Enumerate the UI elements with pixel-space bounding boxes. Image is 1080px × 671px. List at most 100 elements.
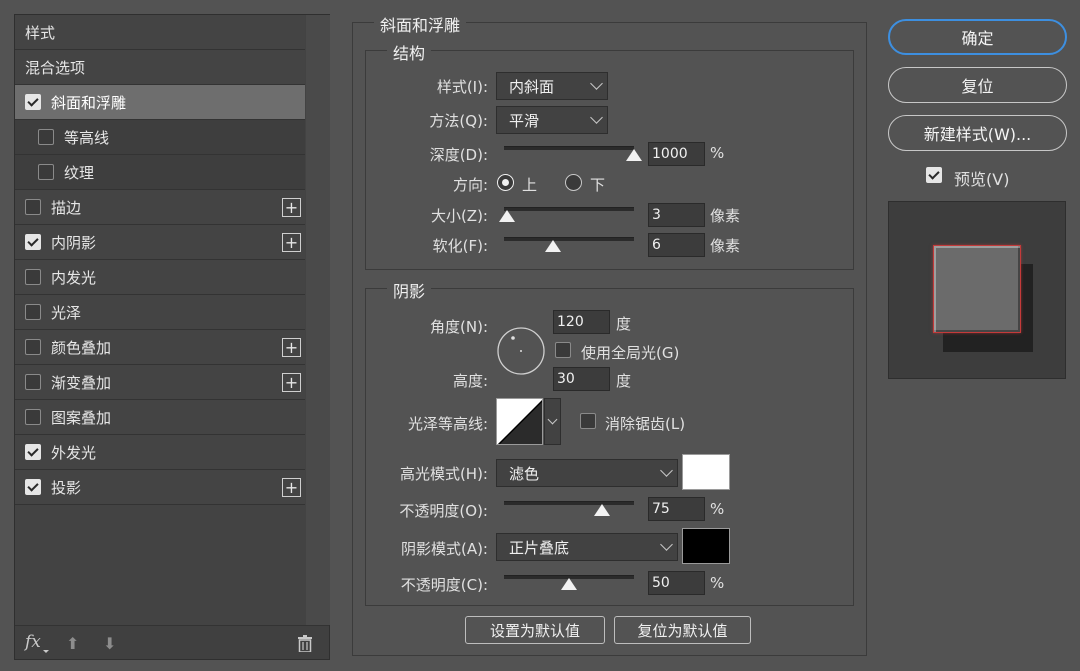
soften-label: 软化(F):: [432, 237, 488, 255]
soften-slider-track[interactable]: [504, 237, 634, 241]
fx-menu-icon[interactable]: fx: [25, 632, 41, 652]
reset-button[interactable]: 复位: [888, 67, 1067, 103]
styles-list-item-outer-glow[interactable]: 外发光: [15, 435, 305, 470]
angle-label: 角度(N):: [430, 318, 488, 336]
new-style-button[interactable]: 新建样式(W)...: [888, 115, 1067, 151]
styles-panel: 样式 混合选项 斜面和浮雕 等高线 纹理 描边 + 内阴影 + 内发光 光泽 颜…: [14, 14, 330, 660]
highlight-color-swatch[interactable]: [682, 454, 730, 490]
depth-slider-handle[interactable]: [626, 149, 642, 161]
soften-slider-handle[interactable]: [544, 240, 561, 252]
styles-list-item-inner-shadow[interactable]: 内阴影 +: [15, 225, 305, 260]
add-color-overlay-button[interactable]: +: [282, 338, 301, 357]
make-default-button[interactable]: 设置为默认值: [465, 616, 605, 644]
bevel-emboss-title: 斜面和浮雕: [374, 12, 467, 36]
move-up-icon[interactable]: ⬆: [66, 634, 79, 653]
shadow-mode-dropdown[interactable]: 正片叠底: [496, 533, 678, 561]
styles-list-item-texture[interactable]: 纹理: [15, 155, 305, 190]
shadow-color-swatch[interactable]: [682, 528, 730, 564]
satin-checkbox[interactable]: [25, 304, 41, 320]
bevel-emboss-checkbox[interactable]: [25, 94, 41, 110]
depth-label: 深度(D):: [429, 146, 488, 164]
shadow-opacity-slider-handle[interactable]: [561, 578, 577, 590]
styles-list-item-inner-glow[interactable]: 内发光: [15, 260, 305, 295]
style-dropdown[interactable]: 内斜面: [496, 72, 608, 100]
styles-list-item-label: 等高线: [64, 128, 110, 147]
global-light-checkbox[interactable]: [555, 342, 571, 358]
styles-list-item-label: 光泽: [51, 303, 82, 322]
shadow-mode-value: 正片叠底: [509, 538, 570, 557]
styles-list-item-gradient-overlay[interactable]: 渐变叠加 +: [15, 365, 305, 400]
trash-icon[interactable]: [298, 635, 312, 656]
stroke-checkbox[interactable]: [25, 199, 41, 215]
styles-list-item-label: 渐变叠加: [51, 373, 112, 392]
chevron-down-icon: [590, 111, 603, 124]
direction-down-radio[interactable]: [565, 174, 582, 191]
depth-unit: %: [710, 144, 725, 162]
add-gradient-overlay-button[interactable]: +: [282, 373, 301, 392]
styles-list-item-pattern-overlay[interactable]: 图案叠加: [15, 400, 305, 435]
preview-checkbox[interactable]: [926, 167, 942, 183]
gloss-contour-dropdown[interactable]: [544, 398, 561, 445]
styles-list-item-label: 内阴影: [51, 233, 97, 252]
inner-shadow-checkbox[interactable]: [25, 234, 41, 250]
preview-square: [933, 245, 1021, 333]
add-inner-shadow-button[interactable]: +: [282, 233, 301, 252]
styles-list-item-satin[interactable]: 光泽: [15, 295, 305, 330]
inner-glow-checkbox[interactable]: [25, 269, 41, 285]
highlight-opacity-slider-track[interactable]: [504, 501, 634, 505]
styles-list-item-label: 外发光: [51, 443, 97, 462]
technique-dropdown[interactable]: 平滑: [496, 106, 608, 134]
pattern-overlay-checkbox[interactable]: [25, 409, 41, 425]
soften-unit: 像素: [710, 237, 741, 255]
size-slider-track[interactable]: [504, 207, 634, 211]
styles-list-item-label: 斜面和浮雕: [51, 93, 127, 112]
styles-list-item-color-overlay[interactable]: 颜色叠加 +: [15, 330, 305, 365]
move-down-icon[interactable]: ⬇: [103, 634, 116, 653]
preview-label: 预览(V): [954, 170, 1010, 189]
anti-alias-label: 消除锯齿(L): [605, 415, 686, 433]
direction-up-radio[interactable]: [497, 174, 514, 191]
styles-list-item-blending-options[interactable]: 混合选项: [15, 50, 305, 85]
angle-dial[interactable]: [496, 326, 546, 380]
highlight-mode-dropdown[interactable]: 滤色: [496, 459, 678, 487]
technique-dropdown-value: 平滑: [509, 111, 540, 130]
drop-shadow-checkbox[interactable]: [25, 479, 41, 495]
styles-list-item-stroke[interactable]: 描边 +: [15, 190, 305, 225]
chevron-down-icon: [660, 464, 673, 477]
shading-title: 阴影: [387, 278, 432, 302]
highlight-opacity-label: 不透明度(O):: [399, 502, 488, 520]
altitude-input[interactable]: 30: [553, 367, 610, 391]
gloss-contour-preview[interactable]: [496, 398, 543, 445]
direction-down-label: 下: [590, 176, 606, 194]
styles-list-item-styles[interactable]: 样式: [15, 15, 305, 50]
anti-alias-checkbox[interactable]: [580, 413, 596, 429]
add-drop-shadow-button[interactable]: +: [282, 478, 301, 497]
gloss-contour-label: 光泽等高线:: [407, 415, 488, 433]
styles-list-item-contour[interactable]: 等高线: [15, 120, 305, 155]
styles-list-item-label: 投影: [51, 478, 82, 497]
reset-to-default-button[interactable]: 复位为默认值: [614, 616, 751, 644]
soften-input[interactable]: 6: [648, 233, 705, 257]
add-stroke-button[interactable]: +: [282, 198, 301, 217]
ok-button[interactable]: 确定: [888, 19, 1067, 55]
shadow-opacity-input[interactable]: 50: [648, 571, 705, 595]
gradient-overlay-checkbox[interactable]: [25, 374, 41, 390]
outer-glow-checkbox[interactable]: [25, 444, 41, 460]
texture-checkbox[interactable]: [38, 164, 54, 180]
color-overlay-checkbox[interactable]: [25, 339, 41, 355]
angle-input[interactable]: 120: [553, 310, 610, 334]
altitude-label: 高度:: [452, 372, 488, 390]
styles-list-item-drop-shadow[interactable]: 投影 +: [15, 470, 305, 505]
fx-dropdown-arrow-icon: [43, 650, 49, 653]
contour-checkbox[interactable]: [38, 129, 54, 145]
style-label: 样式(I):: [436, 78, 488, 96]
highlight-opacity-input[interactable]: 75: [648, 497, 705, 521]
styles-list-scrollbar[interactable]: [306, 15, 330, 625]
styles-list-item-bevel-emboss[interactable]: 斜面和浮雕: [15, 85, 305, 120]
highlight-opacity-slider-handle[interactable]: [593, 504, 610, 516]
contour-curve-icon: [497, 399, 542, 444]
size-slider-handle[interactable]: [498, 210, 515, 222]
depth-slider-track[interactable]: [504, 146, 634, 150]
depth-input[interactable]: 1000: [648, 142, 705, 166]
size-input[interactable]: 3: [648, 203, 705, 227]
